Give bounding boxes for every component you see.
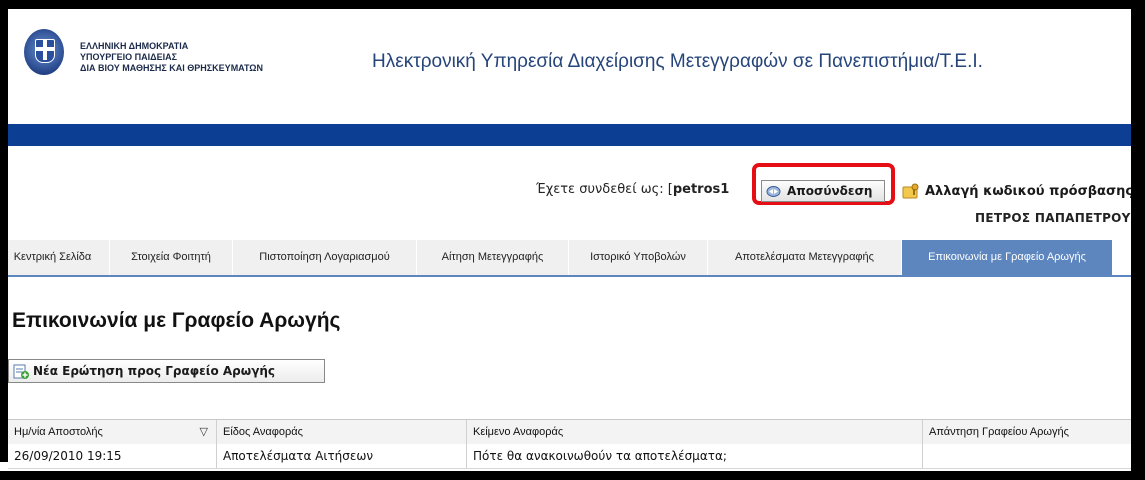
- tab-account-certification[interactable]: Πιστοποίηση Λογαριασμού: [233, 240, 417, 275]
- greek-emblem-logo: [24, 29, 64, 75]
- column-header-helpdesk-reply[interactable]: Απάντηση Γραφείου Αρωγής: [923, 420, 1131, 444]
- cell-report-text: Πότε θα ανακοινωθούν τα αποτελέσματα;: [467, 444, 923, 468]
- sort-descending-icon[interactable]: ▽: [200, 420, 208, 444]
- cell-sent-date: 26/09/2010 19:15: [8, 444, 217, 468]
- main-tabs: Κεντρική Σελίδα Στοιχεία Φοιτητή Πιστοπο…: [0, 240, 1131, 275]
- table-header-row: Ημ/νία Αποστολής ▽ Είδος Αναφοράς Κείμεν…: [8, 419, 1131, 445]
- column-header-report-text[interactable]: Κείμενο Αναφοράς: [467, 420, 923, 444]
- tab-transfer-results[interactable]: Αποτελέσματα Μετεγγραφής: [708, 240, 902, 275]
- logged-in-as-text: Έχετε συνδεθεί ως: [petros1: [536, 182, 729, 197]
- site-title: Ηλεκτρονική Υπηρεσία Διαχείρισης Μετεγγρ…: [372, 51, 983, 72]
- new-question-label: Νέα Ερώτηση προς Γραφείο Αρωγής: [33, 364, 276, 378]
- user-full-name: ΠΕΤΡΟΣ ΠΑΠΑΠΕΤΡΟΥ: [975, 211, 1131, 225]
- ministry-line-3: ΔΙΑ ΒΙΟΥ ΜΑΘΗΣΗΣ ΚΑΙ ΘΡΗΣΚΕΥΜΑΤΩΝ: [80, 63, 263, 73]
- logout-label: Αποσύνδεση: [787, 184, 873, 198]
- logged-in-prefix: Έχετε συνδεθεί ως: [: [536, 182, 673, 197]
- logout-icon: [766, 185, 781, 197]
- change-password-button[interactable]: Αλλαγή κωδικού πρόσβασης: [902, 180, 1131, 202]
- ministry-line-1: ΕΛΛΗΝΙΚΗ ΔΗΜΟΚΡΑΤΙΑ: [80, 41, 189, 51]
- new-question-button[interactable]: Νέα Ερώτηση προς Γραφείο Αρωγής: [8, 359, 325, 383]
- table-row[interactable]: 26/09/2010 19:15 Αποτελέσματα Αιτήσεων Π…: [8, 444, 1131, 469]
- new-document-icon: [13, 364, 29, 379]
- tabs-underline: [8, 275, 1131, 277]
- cell-report-type: Αποτελέσματα Αιτήσεων: [217, 444, 467, 468]
- left-black-border: [0, 0, 8, 462]
- username: petros1: [672, 182, 730, 197]
- column-header-sent-date[interactable]: Ημ/νία Αποστολής ▽: [8, 420, 217, 444]
- ministry-line-2: ΥΠΟΥΡΓΕΙΟ ΠΑΙΔΕΙΑΣ: [80, 52, 178, 62]
- tab-home[interactable]: Κεντρική Σελίδα: [0, 240, 110, 275]
- change-password-label: Αλλαγή κωδικού πρόσβασης: [925, 183, 1131, 199]
- tab-helpdesk-contact[interactable]: Επικοινωνία με Γραφείο Αρωγής: [902, 240, 1113, 275]
- ministry-name: ΕΛΛΗΝΙΚΗ ΔΗΜΟΚΡΑΤΙΑ ΥΠΟΥΡΓΕΙΟ ΠΑΙΔΕΙΑΣ Δ…: [80, 41, 263, 74]
- page-title: Επικοινωνία με Γραφείο Αρωγής: [12, 309, 341, 332]
- tab-transfer-application[interactable]: Αίτηση Μετεγγραφής: [417, 240, 569, 275]
- header-blue-bar: [8, 124, 1131, 146]
- tab-submission-history[interactable]: Ιστορικό Υποβολών: [569, 240, 708, 275]
- column-header-report-type[interactable]: Είδος Αναφοράς: [217, 420, 467, 444]
- logout-button[interactable]: Αποσύνδεση: [761, 180, 885, 202]
- page: ΕΛΛΗΝΙΚΗ ΔΗΜΟΚΡΑΤΙΑ ΥΠΟΥΡΓΕΙΟ ΠΑΙΔΕΙΑΣ Δ…: [0, 9, 1131, 471]
- column-header-sent-date-label: Ημ/νία Αποστολής: [14, 426, 103, 438]
- tab-student-details[interactable]: Στοιχεία Φοιτητή: [110, 240, 233, 275]
- cell-helpdesk-reply: [923, 444, 1131, 468]
- key-folder-icon: [902, 183, 919, 199]
